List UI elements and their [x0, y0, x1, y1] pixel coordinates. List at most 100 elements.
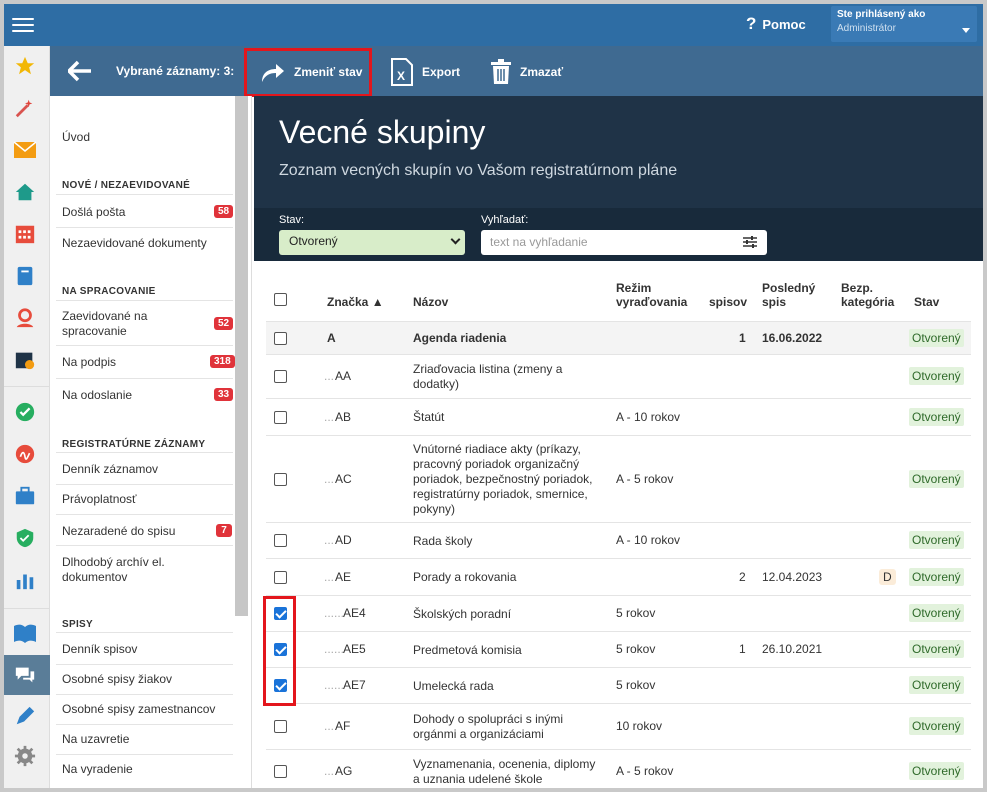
- row-code: AE: [335, 569, 352, 584]
- row-checkbox[interactable]: [274, 331, 287, 345]
- sidebar-item-not-in-file[interactable]: Nezaradené do spisu: [62, 524, 232, 539]
- column-code[interactable]: Značka ▲: [327, 295, 384, 309]
- sidebar-item-to-sign[interactable]: Na podpis: [62, 355, 232, 370]
- trash-icon: [491, 59, 511, 84]
- shield-icon[interactable]: [13, 526, 37, 550]
- row-checkbox[interactable]: [274, 472, 287, 486]
- row-checkbox[interactable]: [274, 534, 287, 547]
- row-code: AG: [335, 764, 353, 778]
- row-name: Agenda riadenia: [413, 331, 507, 345]
- table-row[interactable]: A Agenda riadenia 1 16.06.2022 Otvorený: [266, 321, 971, 354]
- indent-dots: ......: [324, 642, 345, 656]
- briefcase-icon[interactable]: [13, 484, 37, 508]
- page-header: Vecné skupiny Zoznam vecných skupín vo V…: [254, 96, 983, 261]
- sidebar-item-to-close[interactable]: Na uzavretie: [62, 732, 232, 747]
- help-link[interactable]: ? Pomoc: [746, 14, 806, 34]
- table-row[interactable]: ... AA Zriaďovacia listina (zmeny a dodatk…: [266, 354, 971, 398]
- delete-button[interactable]: Zmazať: [490, 56, 563, 88]
- sidebar: Úvod NOVÉ / NEZAEVIDOVANÉ Došlá pošta 58…: [50, 96, 252, 788]
- column-last-file[interactable]: Posledný spis: [762, 281, 822, 309]
- calendar-icon[interactable]: [13, 222, 37, 246]
- sidebar-item-employee-files[interactable]: Osobné spisy zamestnancov: [62, 702, 232, 717]
- sidebar-item-registered-processing[interactable]: Zaevidované na spracovanie: [62, 309, 202, 339]
- sidebar-item-incoming[interactable]: Došlá pošta: [62, 205, 232, 220]
- row-mode: A - 10 rokov: [616, 409, 681, 424]
- search-label: Vyhľadať:: [481, 214, 529, 226]
- indent-dots: ......: [324, 606, 345, 620]
- column-state[interactable]: Stav: [914, 295, 939, 309]
- status-badge: Otvorený: [909, 469, 964, 488]
- signature-icon[interactable]: [13, 442, 37, 466]
- status-badge: Otvorený: [909, 407, 964, 426]
- chat-icon[interactable]: [13, 663, 37, 687]
- sidebar-item-validity[interactable]: Právoplatnosť: [62, 492, 232, 507]
- sidebar-item-file-journal[interactable]: Denník spisov: [62, 642, 232, 657]
- count-badge: 318: [210, 355, 235, 368]
- mail-icon[interactable]: [13, 138, 37, 162]
- table-row[interactable]: ... AE Porady a rokovania 2 12.04.2023 D Otvor…: [266, 558, 971, 595]
- column-mode[interactable]: Režim vyraďovania: [616, 281, 696, 309]
- section-files: SPISY: [62, 619, 93, 630]
- help-label: Pomoc: [762, 16, 806, 32]
- table-row[interactable]: ...... AE7 Umelecká rada 5 rokov Otvorený: [266, 667, 971, 703]
- row-code: AF: [335, 719, 351, 733]
- status-badge: Otvorený: [909, 328, 964, 347]
- book-icon[interactable]: [13, 264, 37, 288]
- page-title: Vecné skupiny: [279, 114, 486, 150]
- row-name: Zriaďovacia listina (zmeny a dodatky): [413, 362, 563, 391]
- sidebar-item-to-send[interactable]: Na odoslanie: [62, 388, 232, 403]
- status-badge: Otvorený: [909, 604, 964, 622]
- row-checkbox[interactable]: [274, 570, 287, 584]
- row-name: Štatút: [413, 410, 445, 424]
- table-row[interactable]: ... AD Rada školy A - 10 rokov Otvorený: [266, 522, 971, 558]
- star-icon[interactable]: [13, 54, 37, 78]
- row-checkbox[interactable]: [274, 410, 287, 424]
- row-checkbox[interactable]: [274, 720, 287, 733]
- user-icon[interactable]: [13, 306, 37, 330]
- user-menu[interactable]: Ste prihlásený ako Administrátor: [831, 6, 977, 42]
- magic-wand-icon[interactable]: [13, 96, 37, 120]
- row-last-file: 12.04.2023: [762, 569, 823, 584]
- state-select-value: Otvorený: [289, 234, 338, 248]
- gear-icon[interactable]: [13, 744, 37, 768]
- row-checkbox[interactable]: [274, 765, 287, 778]
- pen-icon[interactable]: [13, 704, 37, 728]
- filter-settings-icon[interactable]: [743, 235, 757, 249]
- state-select[interactable]: Otvorený: [279, 230, 465, 255]
- check-icon[interactable]: [13, 400, 37, 424]
- open-book-icon[interactable]: [13, 622, 37, 646]
- row-name: Umelecká rada: [413, 678, 494, 693]
- menu-icon[interactable]: [12, 14, 34, 34]
- bar-chart-icon[interactable]: [13, 568, 37, 592]
- column-security[interactable]: Bezp. kategória: [841, 281, 901, 309]
- home-icon[interactable]: [13, 180, 37, 204]
- column-files[interactable]: spisov: [709, 295, 747, 309]
- sidebar-item-to-discard[interactable]: Na vyradenie: [62, 762, 232, 777]
- table-row[interactable]: ...... AE4 Školských poradní 5 rokov Otvoren…: [266, 595, 971, 631]
- row-checkbox[interactable]: [274, 370, 287, 383]
- select-all-checkbox[interactable]: [274, 293, 287, 306]
- table-row[interactable]: ...... AE5 Predmetová komisia 5 rokov 1 26.10…: [266, 631, 971, 667]
- export-label: Export: [422, 65, 461, 79]
- schedule-icon[interactable]: [13, 348, 37, 372]
- row-code: AE5: [343, 642, 366, 656]
- export-button[interactable]: X Export: [390, 56, 460, 88]
- sidebar-item-archive[interactable]: Dlhodobý archív el. dokumentov: [62, 555, 192, 585]
- row-files-count: 1: [739, 642, 746, 656]
- sidebar-item-record-journal[interactable]: Denník záznamov: [62, 462, 232, 477]
- back-arrow-icon[interactable]: [68, 60, 92, 82]
- table-row[interactable]: ... AC Vnútorné riadiace akty (príkazy, pr…: [266, 435, 971, 522]
- table-row[interactable]: ... AF Dohody o spolupráci s inými orgánmi…: [266, 703, 971, 749]
- table-row[interactable]: ... AG Vyznamenania, ocenenia, diplomy a u…: [266, 749, 971, 788]
- column-name[interactable]: Názov: [413, 295, 448, 309]
- row-name: Porady a rokovania: [413, 570, 517, 584]
- sidebar-item-unregistered[interactable]: Nezaevidované dokumenty: [62, 236, 232, 251]
- table-row[interactable]: ... AB Štatút A - 10 rokov Otvorený: [266, 398, 971, 435]
- row-mode: 5 rokov: [616, 642, 656, 656]
- sidebar-item-student-files[interactable]: Osobné spisy žiakov: [62, 672, 232, 687]
- sidebar-item-intro[interactable]: Úvod: [62, 130, 232, 145]
- user-name: Administrátor: [837, 23, 896, 34]
- search-input[interactable]: text na vyhľadanie: [481, 230, 767, 255]
- sidebar-scrollbar[interactable]: [235, 96, 248, 616]
- indent-dots: ...: [324, 533, 335, 547]
